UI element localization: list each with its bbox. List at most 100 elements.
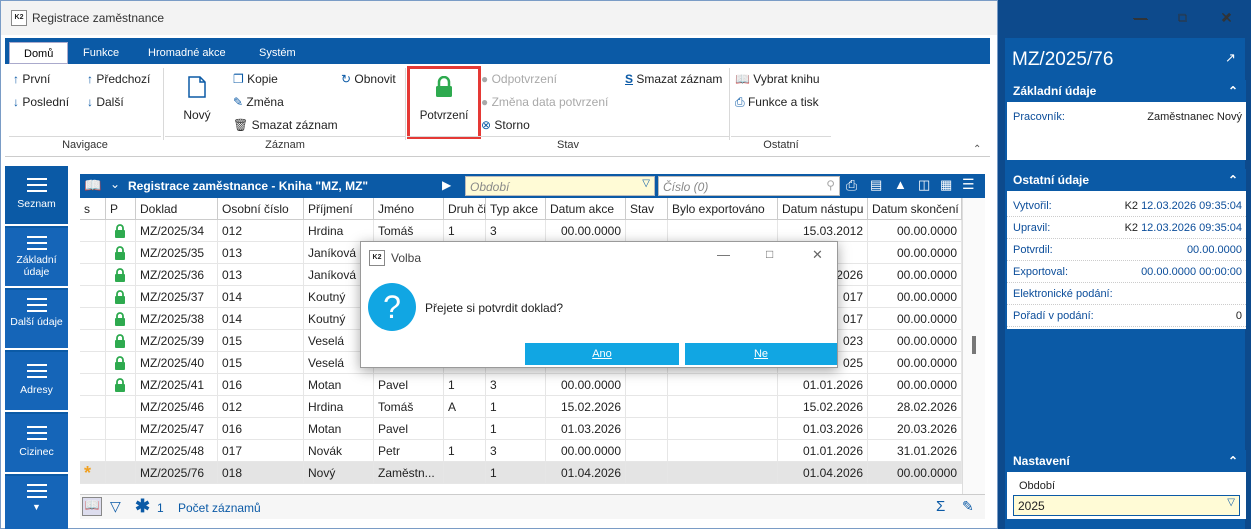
column-header[interactable]: Jméno [374, 198, 444, 220]
record-count-label[interactable]: Počet záznamů [178, 501, 261, 515]
lock-icon-cell [106, 242, 136, 264]
cell-doklad: MZ/2025/36 [136, 264, 218, 286]
cancel-circle-icon: ⊗ [481, 118, 492, 132]
search-icon[interactable]: ⚲ [826, 178, 835, 192]
maximize-button[interactable]: □ [766, 247, 773, 261]
cell-exp [668, 396, 778, 418]
book-icon: 📖 [735, 72, 750, 86]
table-icon[interactable]: ▦ [940, 177, 952, 193]
select-book-button[interactable]: 📖 Vybrat knihu [735, 72, 820, 86]
sidebar-item-basic[interactable]: Základní údaje [5, 228, 68, 288]
confirm-button[interactable]: Potvrzení [407, 66, 481, 139]
printer-icon[interactable]: ⎙ [846, 177, 857, 194]
group-icon[interactable]: ▲ [894, 177, 907, 192]
menu-icon[interactable]: ☰ [962, 176, 975, 193]
column-header[interactable]: Datum akce [546, 198, 626, 220]
play-icon[interactable]: ▶ [442, 178, 451, 192]
tab-bulk-actions[interactable]: Hromadné akce [134, 42, 240, 64]
edit-icon[interactable]: ✎ [962, 498, 974, 515]
column-header[interactable]: Stav [626, 198, 668, 220]
chevron-up-icon[interactable]: ⌃ [1228, 169, 1238, 191]
scroll-down-icon[interactable]: ▼ [5, 502, 68, 512]
sidebar-item-addresses[interactable]: Adresy [5, 352, 68, 412]
column-header[interactable]: Druh či [444, 198, 486, 220]
group-label-other: Ostatní [763, 139, 799, 151]
chevron-down-icon[interactable]: ▽ [642, 178, 650, 189]
cell-oc: 016 [218, 374, 304, 396]
table-row[interactable]: MZ/2025/41 016 Motan Pavel 1 3 00.00.0000 01.01… [80, 374, 962, 396]
filter-icon[interactable]: ▽ [110, 498, 121, 515]
open-external-icon[interactable]: ↗ [1225, 50, 1236, 66]
close-button[interactable]: ✕ [1216, 8, 1236, 26]
sidebar-item-foreigner[interactable]: Cizinec [5, 414, 68, 474]
sum-icon[interactable]: Σ [936, 498, 945, 515]
column-header[interactable]: P [106, 198, 136, 220]
confirm-label: Potvrzení [419, 110, 469, 122]
other-section-header[interactable]: Ostatní údaje ⌃ [1007, 169, 1246, 191]
first-button[interactable]: ↑ První [13, 72, 50, 86]
columns-icon[interactable]: ◫ [918, 177, 930, 193]
number-search-input[interactable]: Číslo (0) ⚲ [658, 176, 840, 196]
book-icon[interactable]: 📖 [82, 497, 102, 516]
tab-home[interactable]: Domů [9, 42, 69, 64]
tab-system[interactable]: Systém [245, 42, 310, 64]
chart-icon[interactable]: ▤ [870, 177, 882, 193]
book-icon[interactable]: 📖 [84, 177, 101, 194]
app-logo: K2 [11, 10, 27, 26]
column-header[interactable]: Datum nástupu [778, 198, 868, 220]
collapse-ribbon-icon[interactable]: ⌃ [973, 144, 981, 155]
refresh-button[interactable]: ↻ Obnovit [341, 72, 396, 86]
cell-jmeno: Pavel [374, 374, 444, 396]
minimize-button[interactable]: — [717, 247, 730, 262]
unconfirm-button[interactable]: ● Odpotvrzení [481, 72, 557, 86]
sidebar-item-more-items[interactable]: ▼ [5, 476, 68, 529]
column-header[interactable]: Datum skončení [868, 198, 962, 220]
column-header[interactable]: Typ akce [486, 198, 546, 220]
delete-state-button[interactable]: S Smazat záznam [625, 72, 722, 86]
table-row[interactable]: MZ/2025/47 016 Motan Pavel 1 01.03.2026 01.03.… [80, 418, 962, 440]
maximize-button[interactable]: □ [1172, 8, 1192, 26]
scrollbar-thumb[interactable] [972, 336, 976, 354]
tab-functions[interactable]: Funkce [69, 42, 133, 64]
delete-record-button[interactable]: 🗑 Smazat záznam [233, 118, 338, 132]
change-button[interactable]: ✎ Změna [233, 95, 284, 109]
previous-button[interactable]: ↑ Předchozí [87, 72, 150, 86]
group-label-navigation: Navigace [62, 139, 108, 151]
copy-button[interactable]: ❐ Kopie [233, 72, 278, 86]
table-row[interactable]: MZ/2025/46 012 Hrdina Tomáš A 1 15.02.2026 15.0… [80, 396, 962, 418]
no-button[interactable]: Ne [685, 343, 837, 365]
grid-scrollbar[interactable] [962, 198, 985, 494]
last-button[interactable]: ↓ Poslední [13, 95, 69, 109]
copy-icon: ❐ [233, 72, 244, 86]
column-header[interactable]: Bylo exportováno [668, 198, 778, 220]
cancel-button[interactable]: ⊗ Storno [481, 118, 530, 132]
close-button[interactable]: ✕ [812, 247, 823, 263]
sidebar-item-more[interactable]: Další údaje [5, 290, 68, 350]
sidebar-item-list[interactable]: Seznam [5, 166, 68, 226]
chevron-up-icon[interactable]: ⌃ [1228, 450, 1238, 472]
settings-section-header[interactable]: Nastavení ⌃ [1007, 450, 1246, 472]
cell-druh: 1 [444, 440, 486, 462]
chevron-up-icon[interactable]: ⌃ [1228, 80, 1238, 102]
table-row[interactable]: MZ/2025/34 012 Hrdina Tomáš 1 3 00.00.0000 15.0… [80, 220, 962, 242]
column-header[interactable]: Doklad [136, 198, 218, 220]
lock-icon [115, 312, 125, 326]
period-filter[interactable]: Období ▽ [465, 176, 655, 196]
chevron-down-icon[interactable]: ▽ [1227, 497, 1235, 508]
chevron-down-icon[interactable]: ⌄ [110, 177, 120, 191]
yes-button[interactable]: Ano [525, 343, 679, 365]
basic-section-header[interactable]: Základní údaje ⌃ [1007, 80, 1246, 102]
minimize-button[interactable]: — [1130, 8, 1150, 26]
table-row[interactable]: * MZ/2025/76 018 Nový Zaměstn... 1 01.04.2026 0… [80, 462, 962, 484]
new-button[interactable]: Nový [181, 72, 213, 132]
confirm-dialog: K2 Volba — □ ✕ ? Přejete si potvrdit dok… [360, 241, 838, 368]
column-header[interactable]: Příjmení [304, 198, 374, 220]
cell-skonceni: 00.00.0000 [868, 330, 962, 352]
change-confirm-date-button[interactable]: ● Změna data potvrzení [481, 95, 608, 109]
column-header[interactable]: s [80, 198, 106, 220]
column-header[interactable]: Osobní číslo [218, 198, 304, 220]
next-button[interactable]: ↓ Další [87, 95, 124, 109]
functions-print-button[interactable]: ⎙ Funkce a tisk [735, 95, 819, 109]
table-row[interactable]: MZ/2025/48 017 Novák Petr 1 3 00.00.0000 01.01.… [80, 440, 962, 462]
period-select[interactable]: 2025 ▽ [1013, 495, 1240, 516]
